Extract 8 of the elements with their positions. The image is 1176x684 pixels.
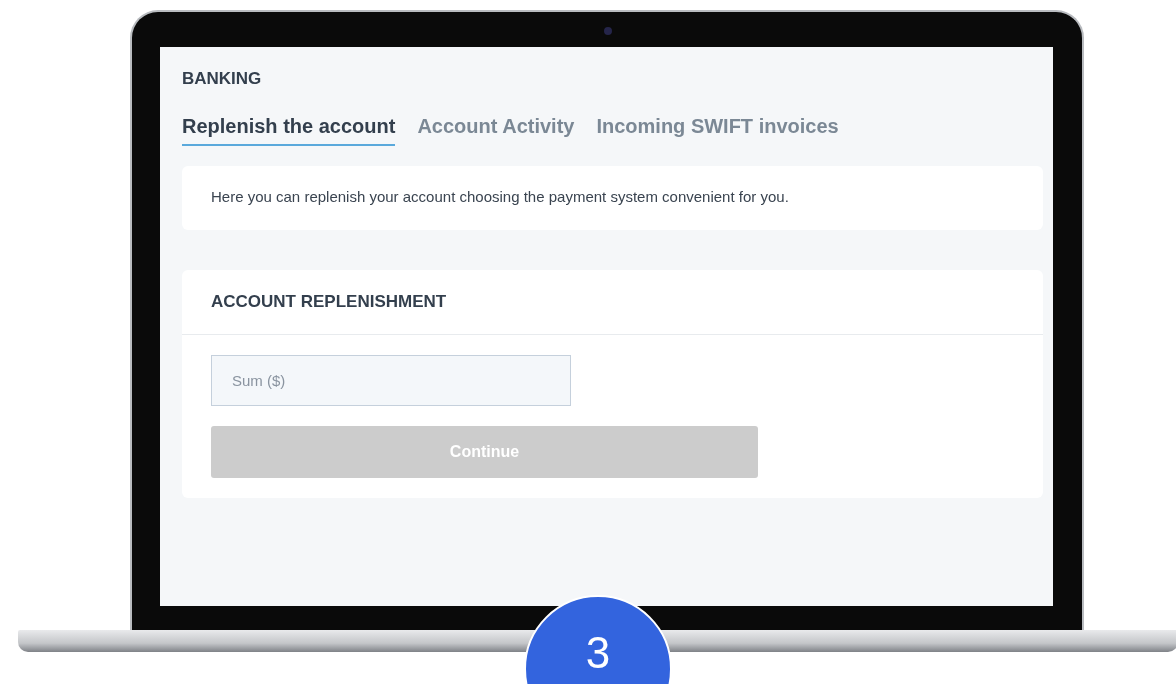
tab[interactable]: Account Activity — [417, 115, 575, 146]
tab[interactable]: Replenish the account — [182, 115, 396, 146]
section-title: BANKING — [182, 69, 263, 89]
camera-icon — [604, 27, 612, 35]
info-text: Here you can replenish your account choosing the payment system convenient for you. — [210, 187, 790, 207]
tab[interactable]: Incoming SWIFT invoices — [596, 115, 839, 146]
sum-input-field[interactable]: Sum ($) — [211, 355, 571, 406]
card-title: ACCOUNT REPLENISHMENT — [182, 270, 1043, 335]
